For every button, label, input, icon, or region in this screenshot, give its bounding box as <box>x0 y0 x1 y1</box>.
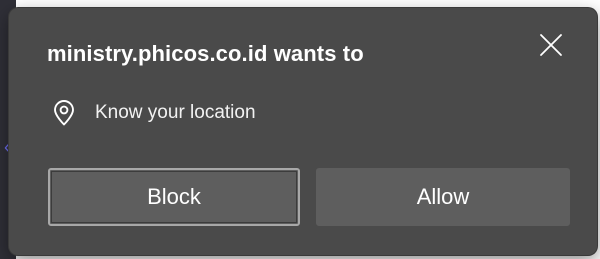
dialog-title: ministry.phicos.co.id wants to <box>47 41 364 66</box>
close-button[interactable] <box>534 28 568 62</box>
block-button[interactable]: Block <box>48 168 300 226</box>
permission-label: Know your location <box>95 102 256 123</box>
allow-button[interactable]: Allow <box>316 168 570 226</box>
permission-request: Know your location <box>51 100 256 126</box>
close-icon <box>540 34 562 56</box>
permission-prompt: ministry.phicos.co.id wants to Know your… <box>9 8 597 255</box>
location-pin-icon <box>51 100 77 126</box>
